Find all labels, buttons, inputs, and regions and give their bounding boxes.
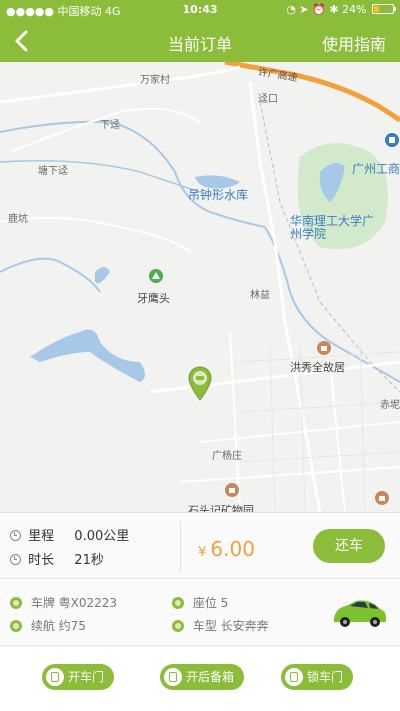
status-indicators: ◔ ➤ ⏰ ✱ 24%	[286, 3, 396, 16]
distance-icon	[10, 530, 21, 541]
trip-price: ¥ 6.00	[198, 537, 255, 561]
status-bar: ●●●●● 中国移动 4G 10:43 ◔ ➤ ⏰ ✱ 24%	[0, 0, 400, 20]
park-poi-icon	[149, 269, 163, 283]
divider	[180, 521, 181, 571]
clock-icon	[10, 554, 21, 565]
nav-bar: 当前订单 使用指南	[0, 20, 400, 62]
map-label-xiatu: 下迳	[100, 120, 120, 131]
model-label: 车型	[192, 619, 217, 633]
car-model-icon	[172, 620, 184, 632]
plate-label: 车牌	[30, 596, 55, 610]
car-info-panel: 车牌 粤X02223 座位 5 续航 约75 车型 长安奔奔	[0, 580, 400, 646]
lock-icon	[285, 668, 303, 686]
kiln-poi-icon	[225, 483, 239, 497]
currency-symbol: ¥	[198, 545, 207, 560]
open-trunk-button[interactable]: 开后备箱	[160, 664, 245, 690]
distance-row: 里程 0.00公里	[10, 525, 129, 544]
model-item: 车型 长安奔奔	[172, 617, 269, 634]
map-label-xiakou: 迳口	[258, 94, 278, 105]
battery-icon	[372, 4, 396, 14]
range-label: 续航	[30, 619, 55, 633]
university-poi-icon	[385, 133, 399, 147]
distance-label: 里程	[28, 529, 55, 544]
map-label-chijing: 赤坭	[380, 400, 400, 411]
trip-info-panel: 里程 0.00公里 时长 21秒 ¥ 6.00 还车	[0, 512, 400, 579]
model-value: 长安奔奔	[220, 619, 269, 633]
car-action-bar: 开车门 开后备箱 锁车门	[0, 647, 400, 711]
map-label-hongxiuquan: 洪秀全故居	[290, 361, 345, 374]
return-car-button[interactable]: 还车	[313, 529, 385, 563]
plate-icon	[10, 597, 22, 609]
map-label-ya-ying-tou: 牙鹰头	[137, 292, 170, 305]
open-door-label: 开车门	[68, 670, 105, 684]
trunk-icon	[164, 668, 182, 686]
price-amount: 6.00	[210, 537, 255, 561]
map-label-kiln: 石头记矿物园	[188, 504, 254, 512]
map-view[interactable]: 许广高速 万家村 下迳 迳口 塘下迳 鹿坑 吊钟形水库 华南理工大学广州学院 广…	[0, 62, 400, 512]
poi-icon	[375, 491, 389, 505]
map-canvas	[0, 62, 400, 512]
open-trunk-label: 开后备箱	[186, 670, 235, 684]
range-value: 约75	[58, 619, 86, 633]
landmark-poi-icon	[317, 341, 331, 355]
map-label-lake: 吊钟形水库	[188, 188, 249, 202]
duration-value: 21秒	[74, 553, 104, 568]
door-icon	[46, 668, 64, 686]
range-item: 续航 约75	[10, 617, 86, 634]
map-label-wanjiacun: 万家村	[140, 75, 170, 86]
map-label-scut: 华南理工大学广州学院	[290, 214, 375, 241]
map-label-guangyang: 广杨庄	[212, 451, 242, 462]
range-icon	[10, 620, 22, 632]
user-guide-link[interactable]: 使用指南	[322, 31, 386, 55]
map-label-lin-pai: 林益	[250, 290, 270, 301]
duration-label: 时长	[28, 553, 55, 568]
green-car-image	[334, 600, 386, 627]
lock-door-button[interactable]: 锁车门	[281, 664, 354, 690]
open-door-button[interactable]: 开车门	[42, 664, 115, 690]
plate-value: 粤X02223	[58, 596, 118, 610]
seats-item: 座位 5	[172, 594, 228, 611]
distance-value: 0.00公里	[74, 529, 130, 544]
seats-label: 座位	[192, 596, 217, 610]
seats-value: 5	[220, 596, 229, 610]
plate-item: 车牌 粤X02223	[10, 594, 117, 611]
map-label-luhang: 鹿坑	[8, 214, 28, 225]
seat-icon	[172, 597, 184, 609]
status-indicators-text: ◔ ➤ ⏰ ✱ 24%	[286, 3, 367, 16]
duration-row: 时长 21秒	[10, 549, 104, 568]
map-label-gz-industry: 广州工商	[352, 162, 400, 176]
lock-door-label: 锁车门	[307, 670, 344, 684]
map-label-nanxiajing: 塘下迳	[38, 166, 68, 177]
car-location-pin-icon[interactable]	[187, 365, 213, 401]
